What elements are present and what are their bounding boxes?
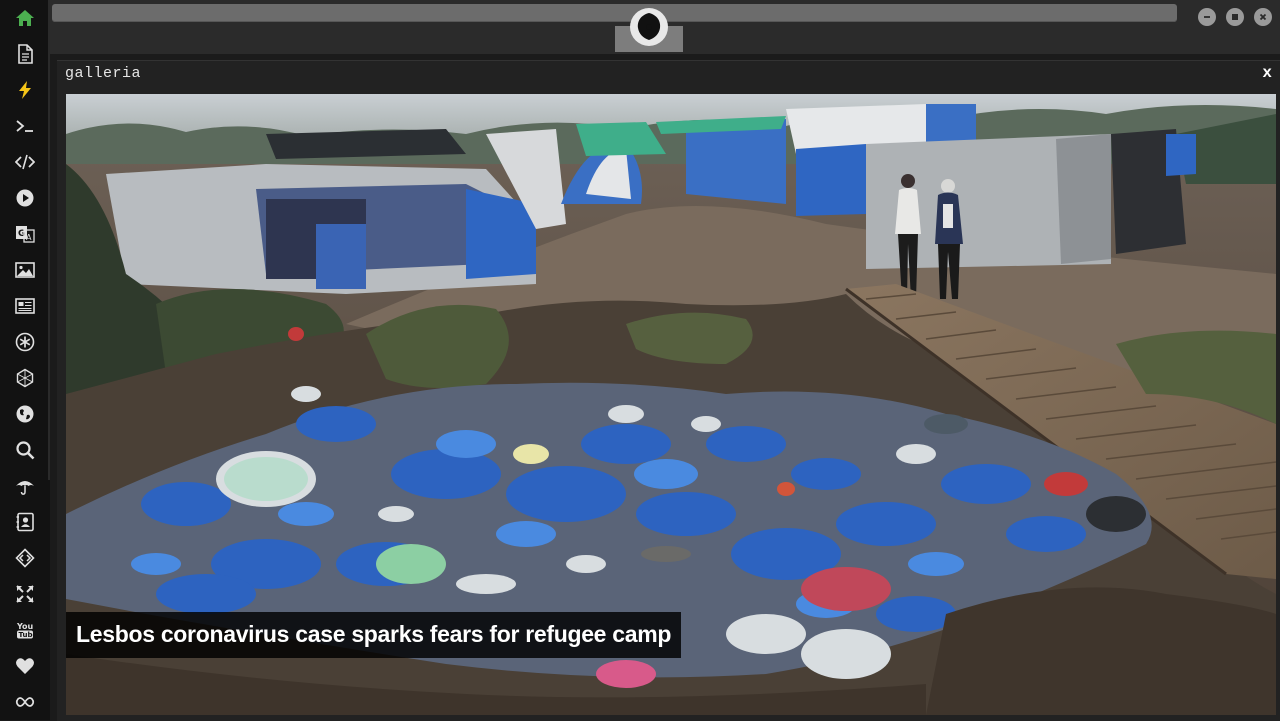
minimize-button[interactable] (1198, 8, 1216, 26)
network-icon[interactable] (13, 366, 37, 390)
search-icon[interactable] (13, 438, 37, 462)
document-icon[interactable] (13, 42, 37, 66)
asterisk-icon[interactable] (13, 330, 37, 354)
terminal-icon[interactable] (13, 114, 37, 138)
lightning-icon[interactable] (13, 78, 37, 102)
photo-caption: Lesbos coronavirus case sparks fears for… (66, 612, 682, 658)
play-icon[interactable] (13, 186, 37, 210)
contact-icon[interactable] (13, 510, 37, 534)
home-icon[interactable] (13, 6, 37, 30)
top-bar (50, 0, 1280, 54)
minimize-icon (1204, 16, 1210, 18)
news-icon[interactable] (13, 294, 37, 318)
svg-text:You: You (16, 622, 34, 631)
expand-icon[interactable] (13, 582, 37, 606)
embed-code-icon[interactable] (13, 546, 37, 570)
panel-title: galleria (65, 65, 142, 82)
infinity-icon[interactable] (13, 690, 37, 714)
svg-text:Tube: Tube (19, 631, 36, 639)
maximize-icon (1232, 14, 1238, 20)
heart-icon[interactable] (13, 654, 37, 678)
image-icon[interactable] (13, 258, 37, 282)
code-icon[interactable] (13, 150, 37, 174)
gallery-panel: galleria x Lesbos coronavirus case spark… (57, 60, 1280, 721)
svg-text:A: A (26, 233, 32, 242)
address-bar[interactable] (52, 4, 1177, 22)
panel-close-button[interactable]: x (1262, 64, 1272, 82)
rebel-alliance-icon[interactable] (630, 8, 668, 46)
youtube-icon[interactable]: You Tube (13, 618, 37, 642)
close-icon (1259, 13, 1267, 21)
sidebar-divider (48, 0, 50, 480)
translate-icon[interactable]: GA (13, 222, 37, 246)
close-window-button[interactable] (1254, 8, 1272, 26)
maximize-button[interactable] (1226, 8, 1244, 26)
umbrella-icon[interactable] (13, 474, 37, 498)
sidebar: GA You Tube (0, 0, 50, 720)
globe-icon[interactable] (13, 402, 37, 426)
